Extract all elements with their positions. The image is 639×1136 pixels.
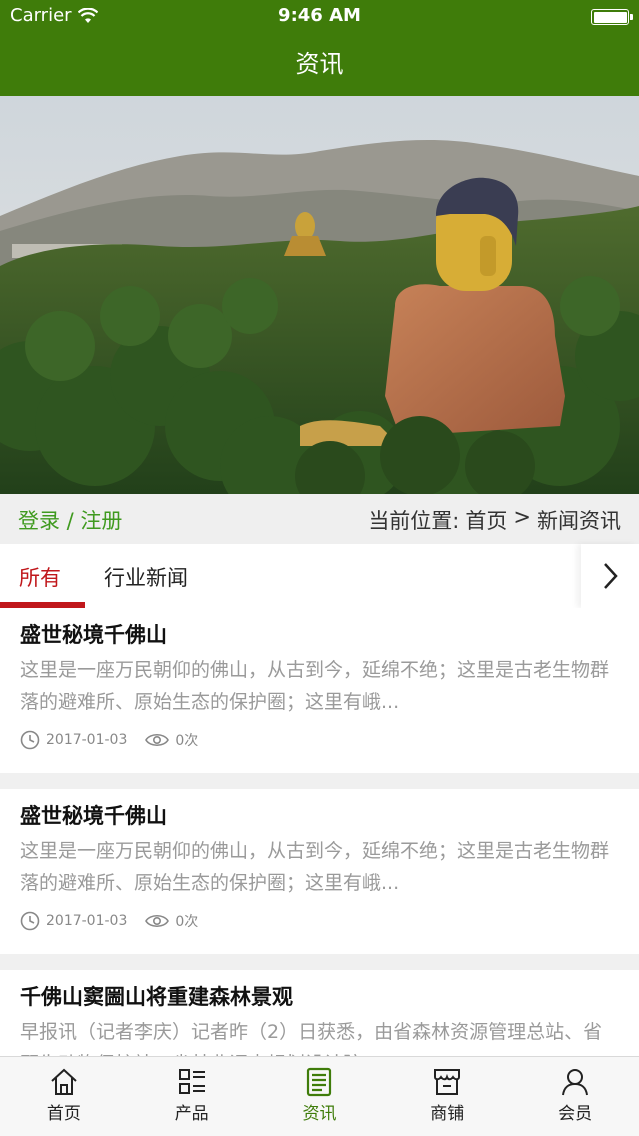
article-title: 千佛山窦圌山将重建森林景观 (20, 985, 293, 1009)
article-summary: 早报讯（记者李庆）记者昨（2）日获悉，由省森林资源管理总站、省野生动物保护站、省… (20, 1021, 603, 1056)
list-icon (178, 1069, 205, 1094)
article-card[interactable]: 盛世秘境千佛山 这里是一座万民朝仰的佛山，从古到今，延绵不绝；这里是古老生物群落… (0, 789, 639, 954)
eye-icon (145, 733, 170, 747)
category-tabs: 所有 行业新闻 (0, 544, 639, 608)
article-summary: 这里是一座万民朝仰的佛山，从古到今，延绵不绝；这里是古老生物群落的避难所、原始生… (20, 659, 610, 713)
tabbar-item-products[interactable]: 产品 (128, 1057, 256, 1136)
tabbar-item-home[interactable]: 首页 (0, 1057, 128, 1136)
breadcrumb-home[interactable]: 首页 (465, 505, 507, 535)
breadcrumb-label: 当前位置: (368, 509, 460, 533)
status-time: 9:46 AM (278, 5, 361, 26)
hero-banner[interactable] (0, 96, 639, 494)
login-register-link[interactable]: 登录 / 注册 (18, 505, 122, 535)
breadcrumb: 当前位置: 首页 > 新闻资讯 (368, 505, 621, 535)
tabbar-label: 会员 (558, 1104, 593, 1124)
info-bar: 登录 / 注册 当前位置: 首页 > 新闻资讯 (0, 494, 639, 544)
article-meta: 2017-01-03 0次 (20, 911, 216, 931)
tabbar-item-stores[interactable]: 商铺 (383, 1057, 511, 1136)
article-card[interactable]: 千佛山窦圌山将重建森林景观 早报讯（记者李庆）记者昨（2）日获悉，由省森林资源管… (0, 970, 639, 1056)
eye-icon (145, 914, 170, 928)
tab-industry-news[interactable]: 行业新闻 (104, 562, 188, 592)
tabbar-label: 首页 (46, 1104, 81, 1124)
article-card[interactable]: 盛世秘境千佛山 这里是一座万民朝仰的佛山，从古到今，延绵不绝；这里是古老生物群落… (0, 608, 639, 773)
article-list: 盛世秘境千佛山 这里是一座万民朝仰的佛山，从古到今，延绵不绝；这里是古老生物群落… (0, 608, 639, 1056)
status-bar: Carrier 9:46 AM (0, 0, 639, 32)
article-meta: 2017-01-03 0次 (20, 730, 216, 750)
nav-bar: 资讯 (0, 32, 639, 96)
clock-icon (20, 911, 40, 931)
battery-icon (591, 9, 633, 25)
article-title: 盛世秘境千佛山 (20, 623, 167, 647)
tab-all[interactable]: 所有 (19, 562, 61, 592)
clock-icon (20, 730, 40, 750)
chevron-right-icon (604, 563, 618, 589)
tabbar-item-member[interactable]: 会员 (511, 1057, 639, 1136)
user-icon (562, 1069, 589, 1096)
tabbar-item-news[interactable]: 资讯 (256, 1057, 384, 1136)
news-icon (307, 1067, 332, 1097)
hero-image (0, 96, 639, 494)
home-icon (51, 1068, 77, 1095)
breadcrumb-separator: > (513, 505, 531, 529)
tab-scroll-right-button[interactable] (581, 544, 639, 608)
bottom-tab-bar: 首页 产品 资讯 商铺 会员 (0, 1056, 639, 1136)
tabbar-label: 资讯 (302, 1104, 337, 1124)
tabbar-label: 商铺 (430, 1104, 465, 1124)
page-title: 资讯 (295, 50, 344, 78)
article-summary: 这里是一座万民朝仰的佛山，从古到今，延绵不绝；这里是古老生物群落的避难所、原始生… (20, 840, 610, 894)
article-views: 0次 (175, 914, 199, 930)
article-date: 2017-01-03 (46, 732, 128, 748)
article-title: 盛世秘境千佛山 (20, 804, 167, 828)
tabbar-label: 产品 (174, 1104, 209, 1124)
article-date: 2017-01-03 (46, 913, 128, 929)
breadcrumb-current: 新闻资讯 (537, 509, 621, 533)
article-views: 0次 (175, 733, 199, 749)
store-icon (434, 1069, 461, 1095)
